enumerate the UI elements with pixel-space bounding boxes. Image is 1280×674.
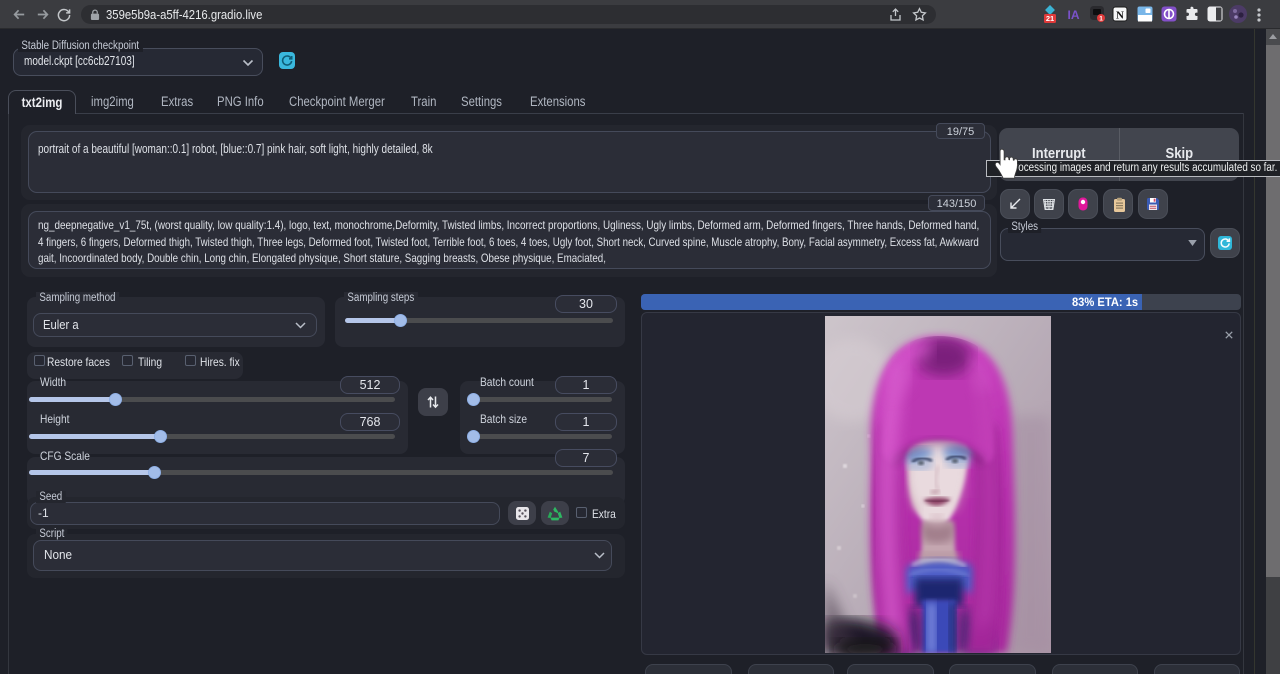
svg-text:N: N [1116,10,1124,22]
svg-text:1: 1 [1099,16,1103,23]
svg-text:21: 21 [1046,14,1054,23]
svg-text:IA: IA [1068,8,1080,22]
